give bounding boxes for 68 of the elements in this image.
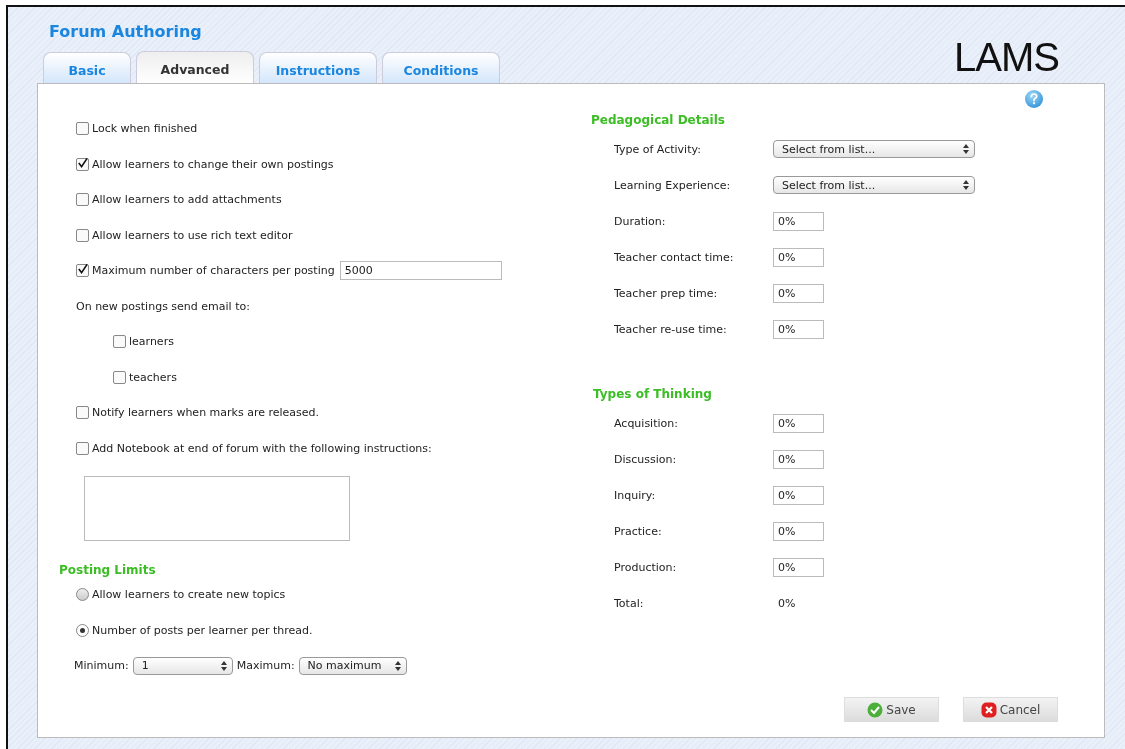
field-label: Acquisition: xyxy=(614,416,679,430)
input-field[interactable]: 0% xyxy=(773,557,824,577)
field-label: Teacher re-use time: xyxy=(614,322,728,336)
option-label: learners xyxy=(129,335,174,349)
input-field[interactable]: 0% xyxy=(773,211,824,231)
help-icon[interactable] xyxy=(1024,89,1044,109)
checkbox[interactable] xyxy=(76,264,89,278)
input-field[interactable]: 0% xyxy=(773,413,824,433)
maximum-label: Maximum: xyxy=(236,659,295,673)
option-label: Allow learners to add attachments xyxy=(92,193,282,207)
close-icon xyxy=(980,701,997,718)
input-field[interactable]: 0% xyxy=(773,319,824,339)
input-field[interactable]: 0% xyxy=(773,247,824,267)
checkbox[interactable] xyxy=(76,406,89,420)
total-value: 0% xyxy=(777,596,796,610)
section-heading: Types of Thinking xyxy=(593,387,713,403)
option-label: Notify learners when marks are released. xyxy=(92,406,320,420)
stepper-arrows-icon xyxy=(219,659,228,672)
minimum-select[interactable]: 1 xyxy=(132,656,233,675)
tab[interactable]: Advanced xyxy=(136,51,254,83)
check-circle-icon xyxy=(867,701,884,718)
option-label: Allow learners to change their own postings xyxy=(92,157,334,171)
option-label: Maximum number of characters per posting xyxy=(92,264,335,278)
input-field[interactable]: 0% xyxy=(773,283,824,303)
option-label: Number of posts per learner per thread. xyxy=(92,623,313,637)
radio-button[interactable] xyxy=(76,623,89,637)
option-label: On new postings send email to: xyxy=(76,299,250,313)
instructions-textarea[interactable] xyxy=(84,476,350,541)
field-label: Production: xyxy=(614,560,678,574)
save-button[interactable]: Save xyxy=(844,697,939,722)
input-field[interactable]: 5000 xyxy=(339,261,502,281)
field-label: Learning Experience: xyxy=(614,178,732,192)
option-label: Allow learners to create new topics xyxy=(92,588,286,602)
checkbox[interactable] xyxy=(76,193,89,207)
field-label: Duration: xyxy=(614,214,667,228)
logo: LAMS xyxy=(954,37,1059,77)
field-label: Type of Activity: xyxy=(614,142,702,156)
field-label: Teacher contact time: xyxy=(614,250,735,264)
input-field[interactable]: 0% xyxy=(773,521,824,541)
checkbox[interactable] xyxy=(76,122,89,136)
input-field[interactable]: 0% xyxy=(773,449,824,469)
option-label: Lock when finished xyxy=(92,122,198,136)
field-label: Practice: xyxy=(614,524,663,538)
cancel-button[interactable]: Cancel xyxy=(963,697,1058,722)
field-label: Discussion: xyxy=(614,452,678,466)
checkbox[interactable] xyxy=(76,157,89,171)
field-label: Total: xyxy=(614,596,645,610)
checkbox[interactable] xyxy=(76,441,89,455)
maximum-select[interactable]: No maximum xyxy=(298,656,407,675)
option-label: Add Notebook at end of forum with the following instructions: xyxy=(92,441,432,455)
radio-button[interactable] xyxy=(76,588,89,602)
field-label: Inquiry: xyxy=(614,488,657,502)
option-label: Allow learners to use rich text editor xyxy=(92,228,293,242)
field-label: Teacher prep time: xyxy=(614,286,719,300)
checkbox[interactable] xyxy=(76,228,89,242)
dropdown[interactable]: Select from list... xyxy=(773,140,975,158)
minimum-label: Minimum: xyxy=(74,659,129,673)
section-heading: Posting Limits xyxy=(59,563,157,577)
stepper-arrows-icon xyxy=(962,179,970,191)
stepper-arrows-icon xyxy=(393,659,402,672)
dropdown[interactable]: Select from list... xyxy=(773,176,975,194)
checkbox[interactable] xyxy=(113,335,126,349)
app-title: Forum Authoring xyxy=(49,22,203,41)
option-label: teachers xyxy=(129,370,177,384)
stepper-arrows-icon xyxy=(962,143,970,155)
checkbox[interactable] xyxy=(113,370,126,384)
input-field[interactable]: 0% xyxy=(773,485,824,505)
section-heading: Pedagogical Details xyxy=(591,113,726,129)
